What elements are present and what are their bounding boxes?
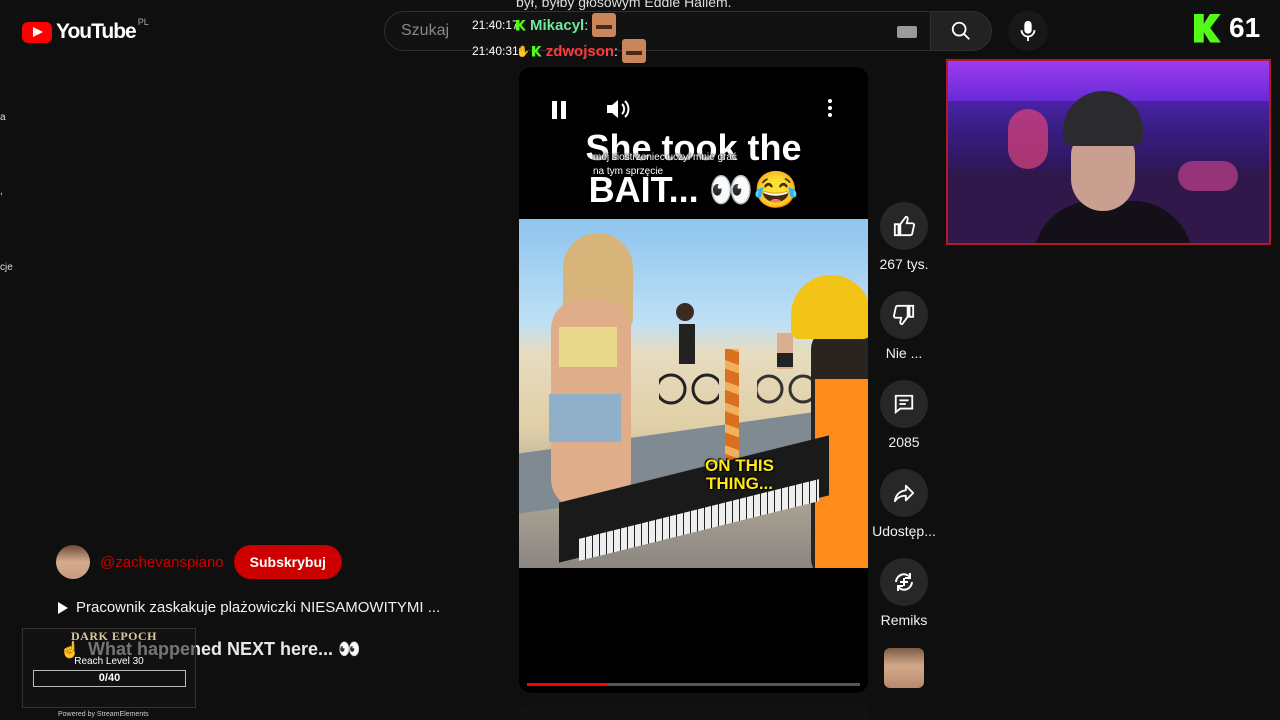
like-button[interactable]: [880, 202, 928, 250]
video-frame: ON THIS THING...: [519, 219, 868, 568]
youtube-play-icon: [22, 21, 52, 43]
chat-message: 21:40:17 Mikacyl :: [472, 12, 646, 38]
streamer-webcam: [946, 59, 1271, 245]
side-fragment: a: [0, 112, 6, 123]
dislike-button[interactable]: [880, 291, 928, 339]
thumbs-up-icon: [893, 215, 915, 237]
channel-row: @zachevanspiano Subskrybuj: [56, 545, 342, 579]
video-title: Pracownik zaskakuje plażowiczki NIESAMOW…: [76, 599, 441, 616]
streamer: [1033, 91, 1193, 243]
avatar[interactable]: [56, 545, 90, 579]
viewer-count: 61: [1229, 12, 1261, 43]
game-logo: DARK EPOCH: [71, 629, 157, 643]
kick-viewer-count: 61: [1194, 12, 1260, 44]
hard-hat: [791, 275, 868, 339]
side-fragment: ,: [0, 186, 3, 197]
playback-progress-bar[interactable]: [527, 683, 860, 686]
video-caption: ON THIS THING...: [705, 456, 774, 493]
dislike-label: Nie ...: [885, 345, 923, 361]
thumbs-down-icon: [893, 304, 915, 326]
play-icon: [58, 601, 68, 614]
channel-avatar-thumbnail[interactable]: [884, 648, 924, 688]
share-icon: [893, 484, 915, 503]
share-button[interactable]: [880, 469, 928, 517]
cyclist: [659, 303, 719, 405]
search-button[interactable]: [930, 11, 992, 51]
pause-icon[interactable]: [551, 101, 567, 119]
kick-badge-icon: [531, 45, 542, 57]
comments-button[interactable]: [880, 380, 928, 428]
shorts-actions: 267 tys. Nie ... 2085 Udostęp... Remiks: [870, 202, 938, 647]
more-options-icon[interactable]: [827, 99, 833, 119]
goal-widget: DARK EPOCH Reach Level 30 0/40: [22, 628, 196, 708]
subscribe-button[interactable]: Subskrybuj: [233, 545, 342, 579]
comment-icon: [894, 394, 914, 415]
comments-count: 2085: [888, 434, 920, 450]
emote-icon: [592, 13, 617, 37]
voice-search-button[interactable]: [1008, 11, 1048, 51]
region-code: PL: [137, 17, 149, 27]
keyboard-icon[interactable]: [897, 26, 917, 38]
chat-username: Mikacyl: [530, 16, 585, 34]
translated-subtitle: mój siostrzeniec uczył mnie grać na tym …: [593, 152, 737, 177]
stream-caption-text: był, byłby głosowym Eddie Hallem.: [516, 0, 732, 10]
chat-timestamp: 21:40:31: [472, 44, 519, 58]
comments-action[interactable]: 2085: [870, 380, 938, 469]
kick-badge-icon: [516, 19, 526, 31]
emote-icon: [621, 39, 646, 63]
search-box[interactable]: Szukaj: [384, 11, 940, 51]
dislike-action[interactable]: Nie ...: [870, 291, 938, 380]
goal-progress: 0/40: [33, 670, 186, 687]
chat-username: zdwojson: [545, 42, 615, 60]
shorts-player[interactable]: She took the BAIT... 👀😂 mój siostrzeniec…: [519, 67, 868, 693]
remix-button[interactable]: [880, 558, 928, 606]
share-label: Udostęp...: [872, 523, 936, 539]
remix-icon: [895, 573, 913, 591]
volume-icon[interactable]: [605, 97, 631, 121]
hand-emoji-icon: ✋: [516, 45, 530, 58]
channel-handle[interactable]: @zachevanspiano: [100, 554, 224, 571]
next-short-preview[interactable]: [519, 704, 868, 720]
youtube-wordmark: YouTube: [56, 20, 137, 43]
like-count: 267 tys.: [879, 256, 929, 272]
powered-by-text: Powered by StreamElements: [58, 711, 149, 718]
kick-logo-icon: [1194, 13, 1221, 43]
hand-icon: ☝: [60, 642, 80, 659]
search-icon: [951, 21, 970, 40]
share-action[interactable]: Udostęp...: [870, 469, 938, 558]
video-title-link[interactable]: Pracownik zaskakuje plażowiczki NIESAMOW…: [58, 599, 440, 616]
side-fragment: cje: [0, 262, 13, 273]
chat-timestamp: 21:40:17: [472, 18, 519, 32]
remix-label: Remiks: [880, 612, 928, 628]
like-action[interactable]: 267 tys.: [870, 202, 938, 291]
youtube-logo[interactable]: YouTube PL: [22, 17, 151, 44]
progress-fill: [527, 683, 607, 686]
search-placeholder: Szukaj: [401, 22, 450, 39]
remix-action[interactable]: Remiks: [870, 558, 938, 647]
goal-text: Reach Level 30: [74, 656, 144, 667]
microphone-icon: [1020, 20, 1036, 42]
chat-overlay: 21:40:17 Mikacyl : 21:40:31 ✋ zdwojson :: [472, 12, 646, 64]
chat-message: 21:40:31 ✋ zdwojson :: [472, 38, 646, 64]
